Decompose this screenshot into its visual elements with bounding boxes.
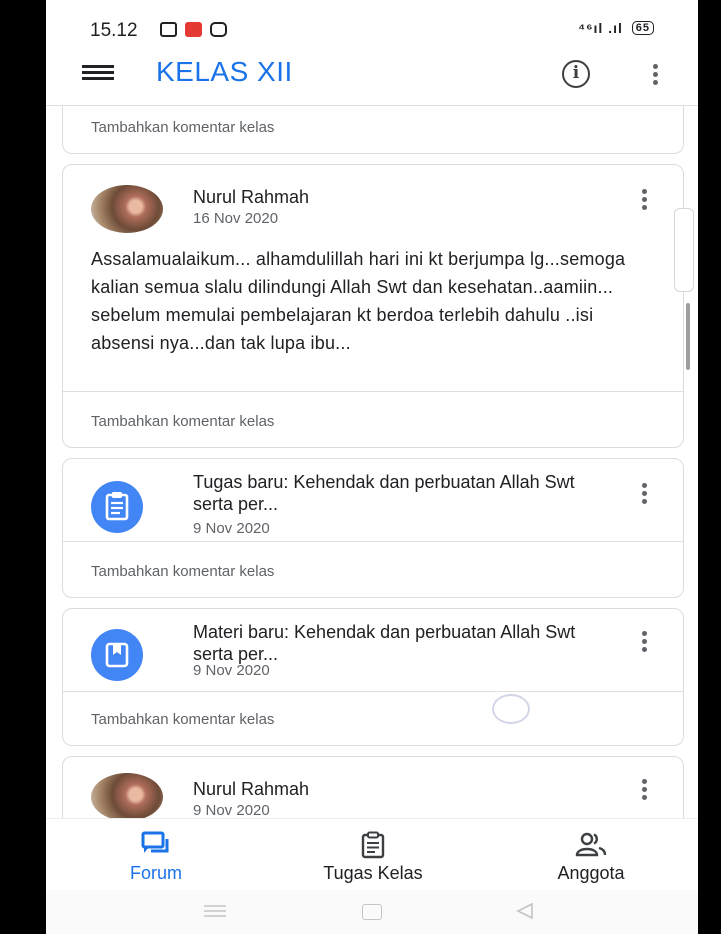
camera-icon	[210, 22, 227, 37]
add-comment-link[interactable]: Tambahkan komentar kelas	[91, 413, 274, 430]
post-more-icon[interactable]	[639, 187, 649, 211]
nav-classwork[interactable]: Tugas Kelas	[298, 819, 448, 891]
nav-forum[interactable]: Forum	[96, 819, 216, 891]
stream-feed: Tambahkan komentar kelas Nurul Rahmah 16…	[46, 106, 698, 818]
status-right: ⁴⁶ıl .ıl 65	[578, 20, 654, 36]
battery-icon: 65	[631, 21, 654, 35]
nav-label: Forum	[129, 863, 182, 883]
menu-icon[interactable]	[82, 62, 114, 88]
loading-spinner	[492, 694, 530, 724]
home-icon[interactable]	[362, 904, 382, 920]
youtube-icon	[185, 22, 202, 37]
avatar	[91, 773, 163, 818]
post-more-icon[interactable]	[639, 777, 649, 801]
bottom-navigation: Forum Tugas Kelas Anggota	[46, 818, 698, 890]
divider	[63, 391, 683, 392]
material-card[interactable]: Materi baru: Kehendak dan perbuatan Alla…	[62, 608, 684, 746]
add-comment-link[interactable]: Tambahkan komentar kelas	[91, 711, 274, 728]
post-author: Nurul Rahmah	[193, 187, 310, 207]
post-more-icon[interactable]	[639, 629, 649, 653]
assignment-card[interactable]: Tugas baru: Kehendak dan perbuatan Allah…	[62, 458, 684, 598]
divider	[63, 691, 683, 692]
recent-apps-icon[interactable]	[204, 904, 226, 923]
app-bar: KELAS XII i	[46, 48, 698, 106]
status-time: 15.12	[90, 20, 138, 41]
status-bar: 15.12 ⁴⁶ıl .ıl 65	[46, 0, 698, 48]
assignment-title: Tugas baru: Kehendak dan perbuatan Allah…	[193, 472, 575, 514]
screen-record-icon	[160, 22, 177, 37]
forum-icon	[141, 831, 171, 864]
announcement-card[interactable]: Nurul Rahmah 9 Nov 2020	[62, 756, 684, 818]
add-comment-link[interactable]: Tambahkan komentar kelas	[91, 119, 274, 136]
post-body: Assalamualaikum... alhamdulillah hari in…	[91, 249, 626, 353]
system-navigation-bar	[46, 890, 698, 934]
material-icon	[91, 629, 143, 681]
scrollbar-track[interactable]	[674, 208, 694, 292]
scrollbar-thumb[interactable]	[686, 303, 690, 370]
add-comment-link[interactable]: Tambahkan komentar kelas	[91, 563, 274, 580]
divider	[63, 541, 683, 542]
post-more-icon[interactable]	[639, 481, 649, 505]
stream-card: Tambahkan komentar kelas	[62, 106, 684, 154]
nav-people[interactable]: Anggota	[526, 819, 656, 891]
material-title: Materi baru: Kehendak dan perbuatan Alla…	[193, 622, 576, 664]
avatar	[91, 185, 163, 233]
people-icon	[575, 831, 607, 862]
post-date: 9 Nov 2020	[193, 662, 270, 679]
nav-label: Tugas Kelas	[323, 863, 423, 883]
phone-screen: 15.12 ⁴⁶ıl .ıl 65 KELAS XII i Tambahkan …	[46, 0, 698, 934]
post-author: Nurul Rahmah	[193, 779, 310, 799]
classwork-icon	[360, 831, 386, 864]
more-options-icon[interactable]	[650, 62, 660, 88]
nav-label: Anggota	[557, 863, 625, 883]
info-icon[interactable]: i	[562, 60, 590, 88]
signal-icon: ⁴⁶ıl .ıl	[578, 20, 623, 36]
post-date: 9 Nov 2020	[193, 520, 270, 537]
announcement-card[interactable]: Nurul Rahmah 16 Nov 2020 Assalamualaikum…	[62, 164, 684, 448]
post-date: 9 Nov 2020	[193, 802, 270, 818]
post-date: 16 Nov 2020	[193, 210, 279, 227]
assignment-icon	[91, 481, 143, 533]
class-title: KELAS XII	[156, 56, 293, 87]
back-icon[interactable]	[516, 902, 534, 925]
